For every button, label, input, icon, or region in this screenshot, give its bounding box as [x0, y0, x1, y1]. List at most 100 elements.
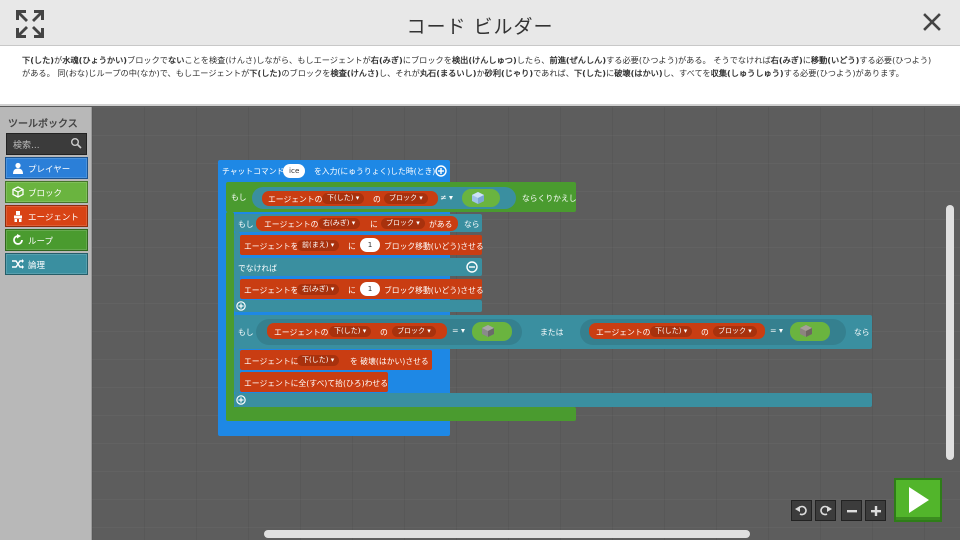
- equal-operator[interactable]: = ▾: [452, 326, 465, 335]
- redo-button[interactable]: [815, 500, 836, 521]
- instruction-segment: 下(した): [22, 55, 55, 65]
- not-equal-operator[interactable]: ≠ ▾: [440, 193, 453, 202]
- instruction-segment: し、すべてを: [662, 68, 711, 78]
- chat-command-prefix: チャットコマンド: [222, 167, 285, 176]
- instruction-segment: 水魂(ひょうかい): [62, 55, 128, 65]
- shuffle-icon: [12, 259, 24, 269]
- inspect-block-dropdown-2[interactable]: ブロック ▾: [713, 326, 757, 337]
- undo-button[interactable]: [791, 500, 812, 521]
- equal-operator-2[interactable]: = ▾: [770, 326, 783, 335]
- instruction-segment: に: [605, 68, 615, 78]
- of-label-2: の: [380, 328, 388, 337]
- zoom-in-button[interactable]: [865, 500, 886, 521]
- instruction-segment: 右(みぎ): [370, 55, 403, 65]
- collect-all-label: エージェントに全(すべ)て拾(ひろ)わせる: [244, 379, 389, 388]
- move-count-input[interactable]: 1: [360, 238, 380, 252]
- code-workspace[interactable]: チャットコマンド ice を入力(にゅうりょく)した時(とき) もし エージェン…: [92, 107, 960, 540]
- move-count-input-2[interactable]: 1: [360, 282, 380, 296]
- operator-value: =: [452, 326, 459, 335]
- inspect-direction-dropdown[interactable]: 下(した) ▾: [329, 326, 372, 337]
- move-direction-dropdown-2[interactable]: 右(みぎ) ▾: [297, 284, 340, 295]
- cube-icon: [12, 186, 24, 198]
- agent-icon: [14, 211, 22, 222]
- toolbox-item-label: プレイヤー: [28, 165, 71, 175]
- toolbox-item-label: ループ: [28, 237, 53, 247]
- instruction-segment: 検出(けんしゅつ): [451, 55, 517, 65]
- ice-block-icon: [472, 192, 484, 204]
- add-circle-icon[interactable]: [236, 395, 246, 405]
- while-loop-footer: [226, 407, 576, 421]
- block-value: ブロック: [718, 327, 746, 335]
- instruction-segment: ない: [168, 55, 185, 65]
- direction-value: 下(した): [302, 356, 329, 364]
- instruction-segment: 右(みぎ): [770, 55, 803, 65]
- direction-value: 右(みぎ): [323, 219, 350, 227]
- cobblestone-block-icon: [482, 325, 494, 337]
- add-circle-icon[interactable]: [435, 165, 447, 177]
- toolbox-item-agent[interactable]: エージェント: [5, 205, 88, 227]
- toolbox-item-logic[interactable]: 論理: [5, 253, 88, 275]
- instruction-segment: したら、: [516, 55, 550, 65]
- block-value: ブロック: [397, 327, 425, 335]
- block-value: ブロック: [389, 194, 417, 202]
- zoom-out-button[interactable]: [841, 500, 862, 521]
- search-input[interactable]: 検索...: [6, 133, 87, 155]
- destroy-direction-dropdown[interactable]: 下(した) ▾: [297, 355, 340, 366]
- direction-dropdown[interactable]: 下(した) ▾: [322, 193, 365, 204]
- agent-of-label: エージェントの: [268, 195, 323, 204]
- then-label: なら: [464, 220, 480, 229]
- direction-value: 右(みぎ): [302, 285, 329, 293]
- loop-icon: [13, 234, 23, 245]
- of-label-3: の: [701, 328, 709, 337]
- run-button[interactable]: [894, 478, 942, 522]
- ni-label: に: [348, 242, 356, 251]
- close-icon[interactable]: [922, 12, 942, 32]
- agent-wo-label-2: エージェントを: [244, 286, 299, 295]
- toolbox-item-label: 論理: [28, 261, 46, 271]
- toolbox-item-label: ブロック: [28, 189, 63, 199]
- ni-label-2: に: [348, 286, 356, 295]
- agent-of-label-2: エージェントの: [264, 220, 319, 229]
- move-suffix-label-2: ブロック移動(いどう)させる: [384, 286, 484, 295]
- instruction-segment: する必要(ひつよう)があります。: [783, 68, 904, 78]
- else-label: でなければ: [238, 264, 277, 273]
- remove-circle-icon[interactable]: [466, 261, 478, 273]
- plus-icon: [870, 506, 881, 516]
- instruction-segment: 砂利(じゃり): [484, 68, 534, 78]
- page-title: コード ビルダー: [406, 16, 554, 38]
- instruction-text: 下(した)が水魂(ひょうかい)ブロックでないことを検査(けんさ)しながら、もしエ…: [0, 46, 960, 106]
- instruction-segment: し、それが: [378, 68, 420, 78]
- direction-value: 下(した): [655, 327, 682, 335]
- toolbox-item-label: エージェント: [28, 213, 79, 223]
- toolbox-item-blocks[interactable]: ブロック: [5, 181, 88, 203]
- of-label: の: [373, 195, 381, 204]
- detect-direction-dropdown[interactable]: 右(みぎ) ▾: [318, 218, 361, 229]
- gravel-block-icon: [800, 325, 812, 337]
- while-label: もし: [231, 193, 247, 202]
- horizontal-scrollbar[interactable]: [264, 530, 750, 538]
- direction-value: 前(まえ): [302, 241, 329, 249]
- instruction-segment: 下(した): [249, 68, 282, 78]
- vertical-scrollbar[interactable]: [946, 205, 954, 460]
- move-direction-dropdown[interactable]: 前(まえ) ▾: [297, 240, 340, 251]
- then-label-2: なら: [854, 328, 870, 337]
- operator-value: ≠: [440, 193, 447, 202]
- instruction-segment: 丸石(まるいし): [419, 68, 477, 78]
- search-placeholder: 検索...: [13, 141, 40, 151]
- move-suffix-label: ブロック移動(いどう)させる: [384, 242, 484, 251]
- direction-value: 下(した): [334, 327, 361, 335]
- toolbox-item-player[interactable]: プレイヤー: [5, 157, 88, 179]
- inspect-block-dropdown[interactable]: ブロック ▾: [392, 326, 436, 337]
- toolbox-title: ツールボックス: [8, 119, 78, 130]
- detect-block-dropdown[interactable]: ブロック ▾: [381, 218, 425, 229]
- search-icon: [71, 138, 82, 149]
- block-value: ブロック: [386, 219, 414, 227]
- inspect-direction-dropdown-2[interactable]: 下(した) ▾: [650, 326, 693, 337]
- while-loop-body-edge: [226, 212, 234, 418]
- block-dropdown[interactable]: ブロック ▾: [384, 193, 428, 204]
- toolbox-item-loops[interactable]: ループ: [5, 229, 88, 251]
- redo-icon: [820, 505, 832, 516]
- add-circle-icon[interactable]: [236, 301, 246, 311]
- or-label: または: [540, 328, 564, 337]
- chat-command-value[interactable]: ice: [283, 164, 306, 178]
